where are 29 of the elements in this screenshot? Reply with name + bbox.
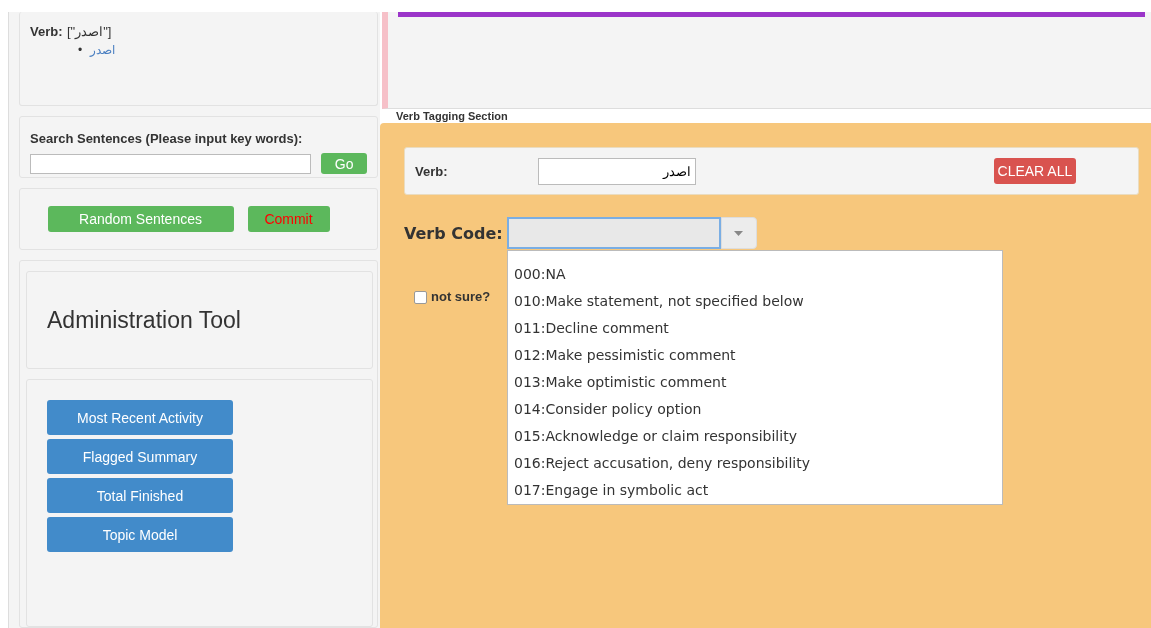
not-sure-checkbox[interactable] bbox=[414, 291, 427, 304]
clear-all-button[interactable]: CLEAR ALL bbox=[993, 158, 1077, 184]
search-label: Search Sentences (Please input key words): bbox=[30, 131, 303, 146]
admin-button[interactable]: Topic Model bbox=[47, 517, 233, 552]
option-item[interactable]: 016:Reject accusation, deny responsibility bbox=[514, 450, 1002, 477]
verb-code-select[interactable] bbox=[506, 217, 757, 249]
verb-label: Verb: bbox=[30, 24, 63, 39]
option-item[interactable]: 012:Make pessimistic comment bbox=[514, 342, 1002, 369]
caret-icon bbox=[734, 230, 744, 236]
option-item[interactable]: 017:Engage in symbolic act bbox=[514, 477, 1002, 504]
option-item[interactable]: 014:Consider policy option bbox=[514, 396, 1002, 423]
section-title: Verb Tagging Section bbox=[395, 109, 509, 123]
option-item[interactable]: 010:Make statement, not specified below bbox=[514, 288, 1002, 315]
verb-field[interactable]: اصدر bbox=[537, 157, 696, 185]
not-sure-label: not sure? bbox=[431, 289, 491, 304]
option-item[interactable]: 015:Acknowledge or claim responsibility bbox=[514, 423, 1002, 450]
verb-label: Verb: bbox=[415, 163, 448, 179]
option-item[interactable]: 011:Decline comment bbox=[514, 315, 1002, 342]
bullet: • bbox=[78, 42, 83, 58]
admin-button[interactable]: Most Recent Activity bbox=[47, 400, 233, 435]
verb-value: ["اصدر"] bbox=[66, 24, 112, 39]
option-item[interactable]: 013:Make optimistic comment bbox=[514, 369, 1002, 396]
option-item[interactable]: 000:NA bbox=[514, 261, 1002, 288]
verb-code-label: Verb Code: bbox=[404, 223, 503, 243]
admin-title: Administration Tool bbox=[47, 306, 241, 334]
admin-button[interactable]: Total Finished bbox=[47, 478, 233, 513]
admin-button[interactable]: Flagged Summary bbox=[47, 439, 233, 474]
verb-list-item[interactable]: اصدر bbox=[90, 42, 116, 58]
search-field[interactable] bbox=[30, 153, 312, 174]
